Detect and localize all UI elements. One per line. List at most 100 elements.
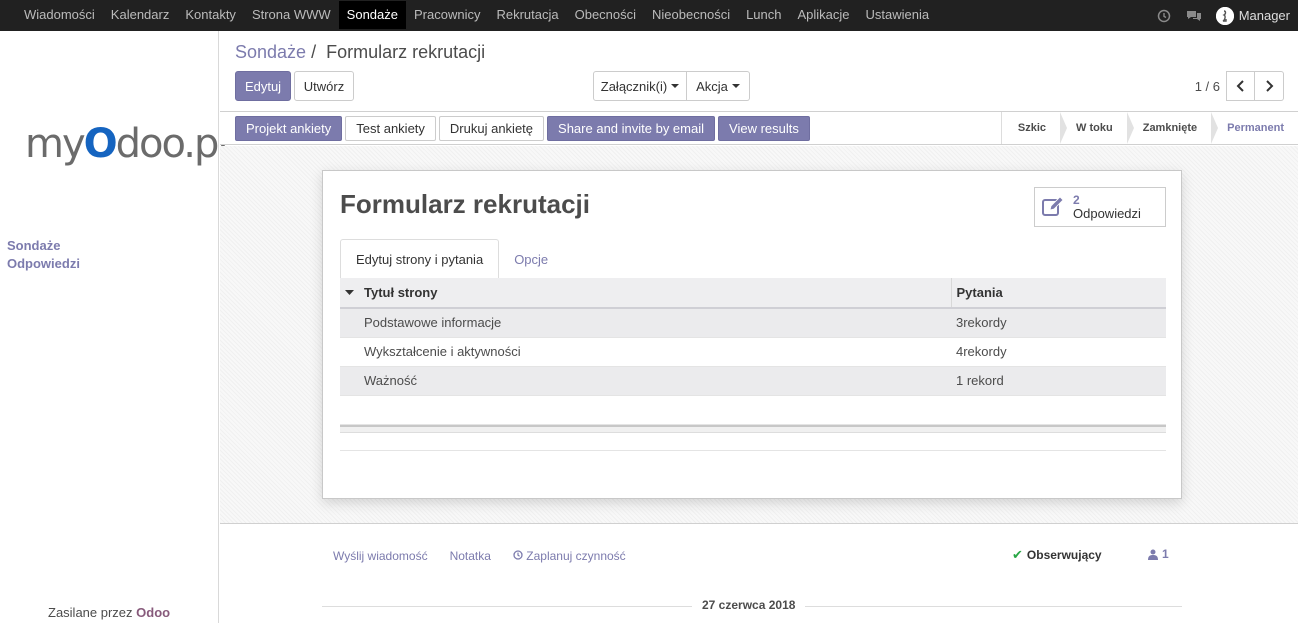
powered-by-label: Zasilane przez bbox=[48, 605, 133, 620]
logo-prefix: my bbox=[25, 121, 86, 167]
status-step-0[interactable]: Szkic bbox=[1001, 112, 1068, 144]
table-divider bbox=[340, 450, 1166, 451]
action-label: Akcja bbox=[696, 78, 728, 94]
status-step-2[interactable]: Zamknięte bbox=[1126, 112, 1219, 144]
sidebar-menu: Sondaże Odpowiedzi bbox=[7, 237, 80, 273]
menu-item-10[interactable]: Aplikacje bbox=[790, 1, 858, 29]
survey-title[interactable]: Formularz rekrutacji bbox=[340, 189, 590, 220]
menu-item-9[interactable]: Lunch bbox=[738, 1, 789, 29]
sidebar-item-answers[interactable]: Odpowiedzi bbox=[7, 255, 80, 273]
send-message-button[interactable]: Wyślij wiadomość bbox=[333, 549, 428, 563]
user-menu[interactable]: Manager bbox=[1215, 6, 1290, 25]
chatter-actions: Wyślij wiadomość Notatka Zaplanuj czynno… bbox=[333, 549, 626, 563]
status-step-3[interactable]: Permanent bbox=[1211, 112, 1298, 144]
control-panel: Sondaże / Formularz rekrutacji Edytuj Ut… bbox=[220, 31, 1298, 112]
header-button-4[interactable]: View results bbox=[718, 116, 810, 141]
follow-button[interactable]: ✔ Obserwujący bbox=[1012, 547, 1102, 563]
attachments-label: Załącznik(i) bbox=[600, 78, 668, 94]
answers-stat-button[interactable]: 2 Odpowiedzi bbox=[1034, 187, 1166, 227]
menu-item-5[interactable]: Pracownicy bbox=[406, 1, 488, 29]
cell-questions: 1 rekord bbox=[951, 366, 1166, 396]
pager-next-button[interactable] bbox=[1255, 71, 1284, 101]
menu-item-3[interactable]: Strona WWW bbox=[244, 1, 339, 29]
attachments-dropdown[interactable]: Załącznik(i) bbox=[593, 71, 687, 101]
create-button[interactable]: Utwórz bbox=[294, 71, 354, 101]
logo-o: O bbox=[83, 121, 118, 167]
main-menu: Wiadomości Kalendarz Kontakty Strona WWW Son… bbox=[0, 0, 937, 31]
pager: 1 / 6 bbox=[1195, 71, 1284, 101]
company-logo: myOdoo.pl bbox=[25, 121, 229, 167]
form-view: Formularz rekrutacji 2 Odpowiedzi Edytuj… bbox=[220, 146, 1298, 524]
stat-count: 2 bbox=[1073, 193, 1080, 207]
chat-icon[interactable] bbox=[1186, 8, 1202, 24]
header-button-1[interactable]: Test ankiety bbox=[345, 116, 436, 141]
empty-cell bbox=[340, 395, 359, 425]
column-page-title[interactable]: Tytuł strony bbox=[359, 278, 951, 309]
chatter: Wyślij wiadomość Notatka Zaplanuj czynno… bbox=[220, 525, 1298, 623]
user-icon bbox=[1148, 549, 1158, 560]
header-button-3[interactable]: Share and invite by email bbox=[547, 116, 716, 141]
empty-row bbox=[340, 395, 1166, 425]
table-row[interactable]: Podstawowe informacje 3rekordy bbox=[340, 308, 1166, 338]
menu-item-11[interactable]: Ustawienia bbox=[858, 1, 938, 29]
table-footer bbox=[340, 425, 1166, 433]
header-buttons: Projekt ankiety Test ankiety Drukuj ankiet… bbox=[235, 116, 810, 141]
breadcrumb-current: Formularz rekrutacji bbox=[326, 42, 486, 62]
pages-table: Tytuł strony Pytania Podstawowe informac… bbox=[340, 278, 1166, 425]
breadcrumb: Sondaże / Formularz rekrutacji bbox=[235, 42, 485, 63]
empty-cell bbox=[359, 395, 951, 425]
column-questions[interactable]: Pytania bbox=[950, 278, 1166, 309]
sidebar-actions: Załącznik(i) Akcja bbox=[593, 71, 750, 101]
cell-questions: 3rekordy bbox=[951, 308, 1166, 338]
empty-cell bbox=[951, 395, 1166, 425]
schedule-activity-label: Zaplanuj czynność bbox=[526, 549, 626, 563]
caret-down-icon bbox=[731, 84, 740, 88]
menu-item-6[interactable]: Rekrutacja bbox=[488, 1, 566, 29]
table-row[interactable]: Ważność 1 rekord bbox=[340, 366, 1166, 396]
menu-item-4[interactable]: Sondaże bbox=[338, 1, 406, 29]
pager-value[interactable]: 1 / 6 bbox=[1195, 79, 1220, 94]
notebook-tabs: Edytuj strony i pytania Opcje bbox=[340, 239, 1166, 279]
edit-icon bbox=[1042, 196, 1064, 216]
tab-edit-pages[interactable]: Edytuj strony i pytania bbox=[340, 239, 500, 279]
logo-suffix: doo.pl bbox=[115, 121, 229, 167]
status-step-1[interactable]: W toku bbox=[1060, 112, 1134, 144]
clock-icon[interactable] bbox=[1156, 8, 1172, 24]
date-separator-label: 27 czerwca 2018 bbox=[692, 598, 806, 612]
chevron-left-icon bbox=[1236, 80, 1244, 92]
table-row[interactable]: Wykształcenie i aktywności 4rekordy bbox=[340, 337, 1166, 367]
caret-down-icon bbox=[671, 84, 680, 88]
followers-count-button[interactable]: 1 bbox=[1148, 547, 1169, 561]
tab-options[interactable]: Opcje bbox=[499, 239, 563, 279]
stat-label: Odpowiedzi bbox=[1073, 206, 1141, 221]
pager-previous-button[interactable] bbox=[1226, 71, 1255, 101]
sort-handle-header[interactable] bbox=[340, 278, 359, 309]
edit-button[interactable]: Edytuj bbox=[235, 71, 291, 101]
header-button-0[interactable]: Projekt ankiety bbox=[235, 116, 343, 141]
header-button-2[interactable]: Drukuj ankietę bbox=[438, 116, 545, 141]
log-note-button[interactable]: Notatka bbox=[450, 549, 491, 563]
stat-text: 2 Odpowiedzi bbox=[1073, 193, 1141, 221]
cell-page-title: Wykształcenie i aktywności bbox=[359, 337, 951, 367]
row-handle bbox=[340, 366, 359, 396]
avatar bbox=[1215, 6, 1234, 25]
form-sheet: Formularz rekrutacji 2 Odpowiedzi Edytuj… bbox=[322, 170, 1182, 499]
breadcrumb-parent[interactable]: Sondaże bbox=[235, 42, 306, 62]
sidebar-item-surveys[interactable]: Sondaże bbox=[7, 237, 80, 255]
odoo-link[interactable]: Odoo bbox=[136, 605, 170, 620]
left-sidebar: myOdoo.pl Sondaże Odpowiedzi Zasilane pr… bbox=[0, 31, 229, 623]
row-handle bbox=[340, 337, 359, 367]
schedule-activity-button[interactable]: Zaplanuj czynność bbox=[513, 549, 626, 563]
powered-by: Zasilane przez Odoo bbox=[48, 605, 170, 620]
check-icon: ✔ bbox=[1012, 547, 1023, 562]
menu-item-8[interactable]: Nieobecności bbox=[644, 1, 738, 29]
row-handle bbox=[340, 308, 359, 338]
top-navbar: Wiadomości Kalendarz Kontakty Strona WWW Son… bbox=[0, 0, 1298, 31]
menu-item-7[interactable]: Obecności bbox=[567, 1, 644, 29]
systray: Manager bbox=[1156, 0, 1290, 31]
menu-item-0[interactable]: Wiadomości bbox=[16, 1, 103, 29]
menu-item-2[interactable]: Kontakty bbox=[177, 1, 244, 29]
chevron-right-icon bbox=[1266, 80, 1274, 92]
action-dropdown[interactable]: Akcja bbox=[687, 71, 750, 101]
menu-item-1[interactable]: Kalendarz bbox=[103, 1, 178, 29]
